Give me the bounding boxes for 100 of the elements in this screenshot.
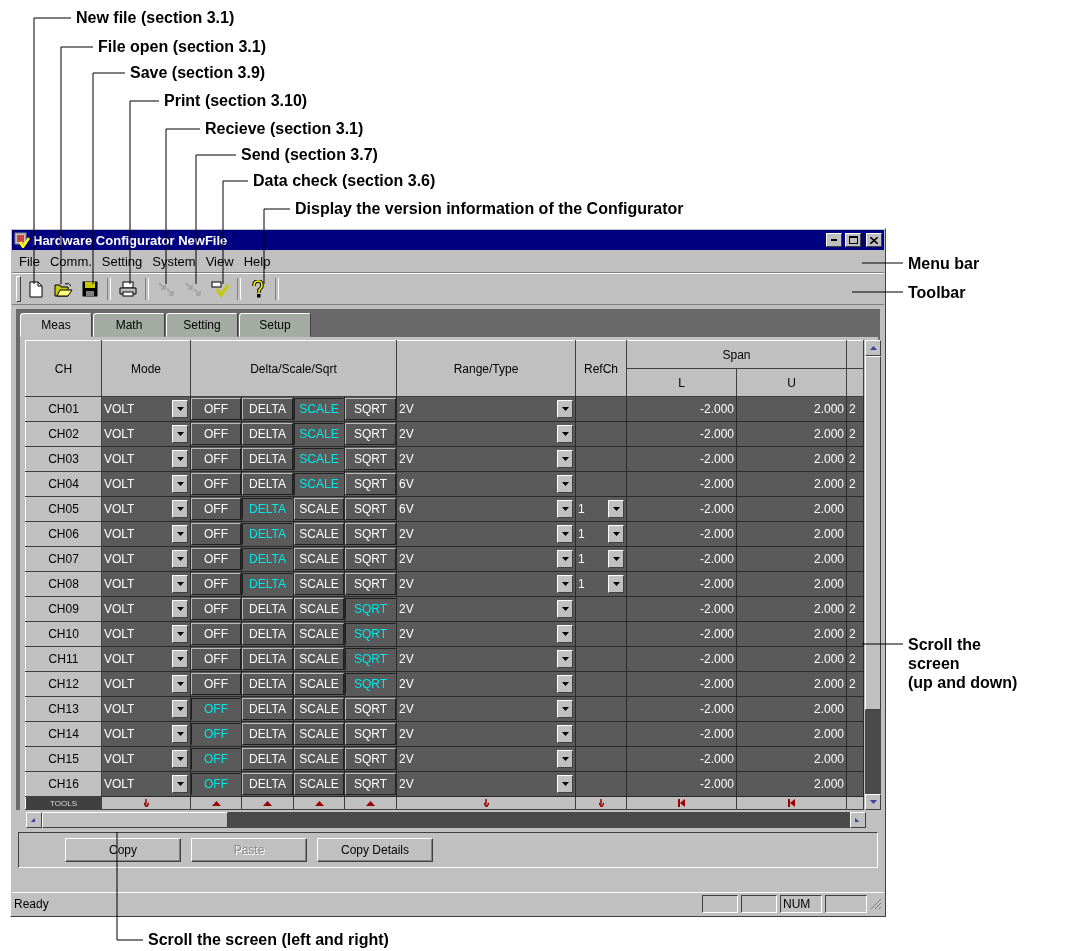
option-button[interactable]: OFF	[191, 723, 241, 745]
mode-select[interactable]: VOLT	[101, 746, 191, 772]
scroll-thumb[interactable]	[42, 812, 228, 828]
dropdown-button[interactable]	[172, 450, 188, 468]
option-button[interactable]: SCALE	[294, 448, 344, 470]
mode-select[interactable]: VOLT	[101, 446, 191, 472]
dropdown-button[interactable]	[172, 425, 188, 443]
mode-select[interactable]: VOLT	[101, 771, 191, 797]
option-button[interactable]: DELTA	[242, 723, 293, 745]
menu-item[interactable]: File	[14, 253, 45, 269]
menu-item[interactable]: Setting	[96, 253, 148, 269]
tab[interactable]: Setting	[166, 313, 238, 337]
dropdown-button[interactable]	[557, 625, 574, 643]
menu-item[interactable]: Comm.	[44, 253, 97, 269]
option-button[interactable]: SQRT	[345, 648, 397, 670]
mode-select[interactable]: VOLT	[101, 421, 191, 447]
option-button[interactable]: OFF	[191, 673, 241, 695]
option-button[interactable]: SQRT	[345, 748, 397, 770]
menu-item[interactable]: View	[200, 253, 239, 269]
dropdown-button[interactable]	[172, 525, 188, 543]
option-button[interactable]: DELTA	[242, 698, 293, 720]
dropdown-button[interactable]	[608, 525, 625, 543]
triangle-icon[interactable]	[263, 800, 272, 806]
dropdown-button[interactable]	[557, 600, 574, 618]
dropdown-button[interactable]	[172, 600, 188, 618]
range-select[interactable]: 2V	[396, 696, 576, 722]
dropdown-button[interactable]	[557, 650, 574, 668]
option-button[interactable]: SQRT	[345, 448, 397, 470]
option-button[interactable]: DELTA	[242, 398, 293, 420]
option-button[interactable]: SCALE	[294, 773, 344, 795]
triangle-icon[interactable]	[211, 800, 221, 806]
dropdown-button[interactable]	[557, 500, 574, 518]
range-select[interactable]: 2V	[396, 596, 576, 622]
option-button[interactable]: SCALE	[294, 523, 344, 545]
tab[interactable]: Math	[93, 313, 165, 337]
option-button[interactable]: OFF	[191, 698, 241, 720]
option-button[interactable]: OFF	[191, 573, 241, 595]
range-select[interactable]: 2V	[396, 396, 576, 422]
mode-select[interactable]: VOLT	[101, 621, 191, 647]
option-button[interactable]: SCALE	[294, 623, 344, 645]
option-button[interactable]: DELTA	[242, 423, 293, 445]
option-button[interactable]: SQRT	[345, 598, 397, 620]
option-button[interactable]: DELTA	[242, 473, 293, 495]
dropdown-button[interactable]	[172, 550, 188, 568]
option-button[interactable]: SCALE	[294, 423, 344, 445]
dropdown-button[interactable]	[608, 500, 625, 518]
option-button[interactable]: SCALE	[294, 723, 344, 745]
range-select[interactable]: 2V	[396, 671, 576, 697]
mode-select[interactable]: VOLT	[101, 721, 191, 747]
dropdown-button[interactable]	[608, 550, 625, 568]
option-button[interactable]: DELTA	[242, 523, 293, 545]
dropdown-button[interactable]	[557, 575, 574, 593]
option-button[interactable]: OFF	[191, 423, 241, 445]
maximize-button[interactable]	[845, 233, 861, 247]
option-button[interactable]: OFF	[191, 473, 241, 495]
vertical-scrollbar[interactable]	[865, 340, 882, 810]
range-select[interactable]: 2V	[396, 571, 576, 597]
dropdown-button[interactable]	[557, 525, 574, 543]
scroll-down-button[interactable]	[865, 794, 882, 810]
mode-select[interactable]: VOLT	[101, 471, 191, 497]
minimize-button[interactable]	[826, 233, 842, 247]
option-button[interactable]: SQRT	[345, 523, 397, 545]
range-select[interactable]: 2V	[396, 771, 576, 797]
dropdown-button[interactable]	[608, 575, 625, 593]
option-button[interactable]: SQRT	[345, 773, 397, 795]
triangle-icon[interactable]	[314, 800, 324, 806]
triangle-icon[interactable]	[366, 800, 375, 806]
option-button[interactable]: SCALE	[294, 548, 344, 570]
mode-select[interactable]: VOLT	[101, 496, 191, 522]
dropdown-button[interactable]	[557, 550, 574, 568]
dropdown-button[interactable]	[172, 750, 188, 768]
option-button[interactable]: OFF	[191, 548, 241, 570]
option-button[interactable]: SCALE	[294, 698, 344, 720]
dropdown-button[interactable]	[557, 675, 574, 693]
range-select[interactable]: 2V	[396, 421, 576, 447]
option-button[interactable]: SQRT	[345, 573, 397, 595]
dropdown-button[interactable]	[172, 575, 188, 593]
option-button[interactable]: OFF	[191, 523, 241, 545]
option-button[interactable]: SQRT	[345, 673, 397, 695]
option-button[interactable]: SQRT	[345, 548, 397, 570]
scroll-right-button[interactable]	[850, 812, 866, 828]
option-button[interactable]: SCALE	[294, 648, 344, 670]
option-button[interactable]: SQRT	[345, 723, 397, 745]
range-select[interactable]: 2V	[396, 521, 576, 547]
option-button[interactable]: DELTA	[242, 623, 293, 645]
down-marker-icon[interactable]	[598, 799, 604, 807]
menu-item[interactable]: System	[147, 253, 201, 269]
push-button[interactable]: Copy	[65, 838, 181, 862]
dropdown-button[interactable]	[172, 625, 188, 643]
option-button[interactable]: SQRT	[345, 623, 397, 645]
mode-select[interactable]: VOLT	[101, 396, 191, 422]
option-button[interactable]: SCALE	[294, 748, 344, 770]
dropdown-button[interactable]	[172, 400, 188, 418]
dropdown-button[interactable]	[172, 725, 188, 743]
down-marker-icon[interactable]	[483, 799, 489, 807]
option-button[interactable]: OFF	[191, 448, 241, 470]
close-button[interactable]	[866, 233, 882, 247]
option-button[interactable]: DELTA	[242, 498, 293, 520]
option-button[interactable]: OFF	[191, 398, 241, 420]
range-select[interactable]: 6V	[396, 496, 576, 522]
